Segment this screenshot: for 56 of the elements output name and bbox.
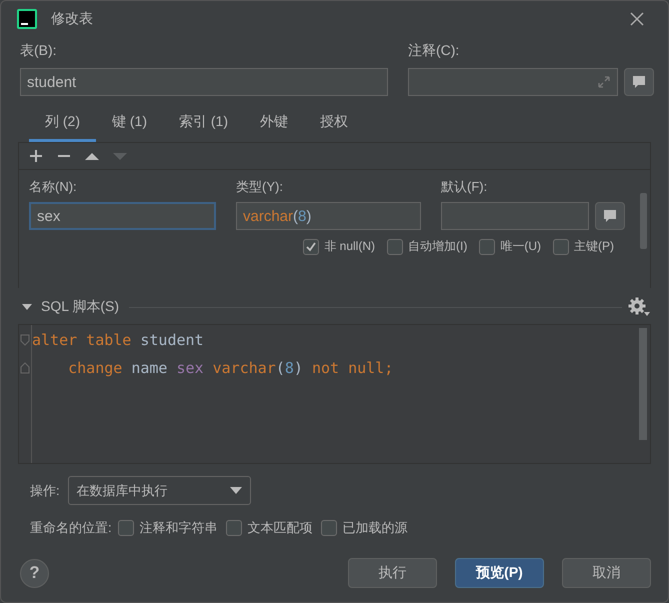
code-line: alter table student xyxy=(32,330,205,351)
app-logo-icon xyxy=(17,9,37,29)
close-icon[interactable] xyxy=(630,12,644,26)
scrollbar[interactable] xyxy=(639,328,647,440)
window-title: 修改表 xyxy=(51,10,93,28)
tab[interactable]: 索引 (1) xyxy=(163,108,244,142)
checkbox-label: 已加载的源 xyxy=(342,519,408,537)
checkbox[interactable] xyxy=(387,238,403,254)
speech-bubble-icon xyxy=(631,75,647,89)
checkbox[interactable] xyxy=(320,520,337,536)
column-type-field[interactable]: varchar(8) xyxy=(236,202,421,230)
dialog-button[interactable]: 执行 xyxy=(348,558,437,588)
checkbox-label: 唯一(U) xyxy=(500,238,541,255)
tab[interactable]: 键 (1) xyxy=(96,108,163,142)
field-label: 注释(C): xyxy=(408,41,460,59)
field-label: 表(B): xyxy=(20,41,58,59)
checkbox-label: 注释和字符串 xyxy=(140,519,218,537)
tab[interactable]: 授权 xyxy=(304,108,364,142)
field-label: 重命名的位置: xyxy=(30,519,112,537)
settings-icon[interactable] xyxy=(628,297,650,317)
field-label: 名称(N): xyxy=(29,178,78,196)
field-label: 类型(Y): xyxy=(236,178,284,196)
field-label: 默认(F): xyxy=(441,178,488,196)
table-name-field[interactable]: student xyxy=(20,68,388,96)
sql-editor[interactable]: alter table student change name sex varchar(8) not null; xyxy=(18,324,651,464)
checkbox-label: 文本匹配项 xyxy=(248,519,313,537)
dialog-button[interactable]: 取消 xyxy=(562,558,651,588)
plus-icon[interactable] xyxy=(29,149,43,163)
checkbox[interactable] xyxy=(303,238,320,254)
dropdown-arrow-icon xyxy=(230,486,242,494)
checkbox[interactable] xyxy=(118,520,134,536)
checkbox-label: 非 null(N) xyxy=(324,238,375,255)
dialog-button[interactable]: 预览(P) xyxy=(455,558,544,588)
checkbox[interactable] xyxy=(553,238,569,254)
help-button[interactable]: ? xyxy=(20,558,49,588)
fold-icon xyxy=(20,334,30,346)
tab[interactable]: 列 (2) xyxy=(29,108,96,142)
fold-icon xyxy=(20,362,30,374)
scrollbar[interactable] xyxy=(640,193,647,249)
checkbox-label: 自动增加(I) xyxy=(408,238,468,255)
comment-button[interactable] xyxy=(595,202,625,230)
comment-field[interactable] xyxy=(408,68,618,96)
code-line: change name sex varchar(8) not null; xyxy=(67,358,394,379)
tab[interactable]: 外键 xyxy=(244,108,304,142)
checkbox[interactable] xyxy=(479,238,496,254)
field-label: 操作: xyxy=(30,482,60,500)
default-value-field[interactable] xyxy=(441,202,589,230)
checkbox-label: 主键(P) xyxy=(574,238,614,255)
speech-bubble-icon xyxy=(602,209,618,223)
section-title: SQL 脚本(S) xyxy=(41,298,120,316)
operation-dropdown[interactable]: 在数据库中执行 xyxy=(68,476,251,505)
checkbox[interactable] xyxy=(226,520,242,536)
expand-icon xyxy=(597,75,611,89)
comment-button[interactable] xyxy=(624,68,654,96)
check-icon xyxy=(305,240,318,252)
column-name-field[interactable]: sex xyxy=(29,202,216,230)
